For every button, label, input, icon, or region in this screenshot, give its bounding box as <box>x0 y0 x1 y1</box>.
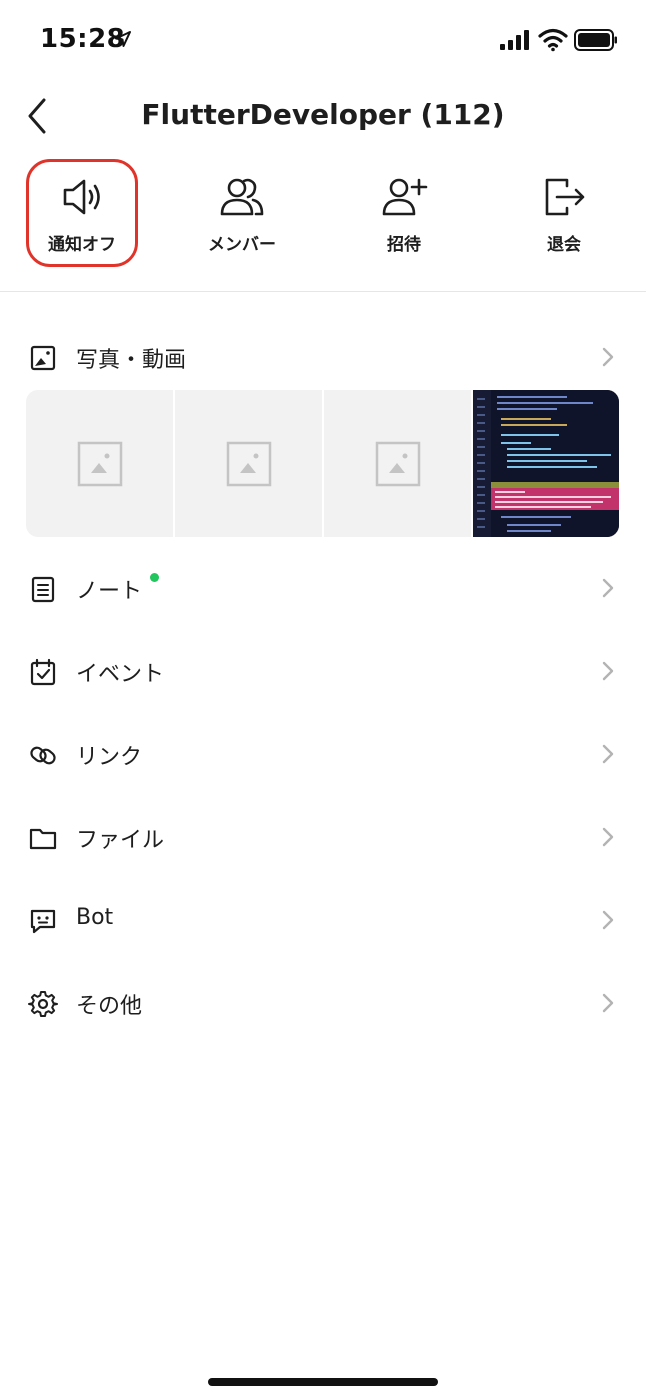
chevron-right-icon <box>602 578 614 598</box>
members-button[interactable]: メンバー <box>184 160 300 270</box>
wifi-icon <box>538 28 568 52</box>
action-row: 通知オフ メンバー 招待 退会 <box>0 160 646 290</box>
image-placeholder-icon <box>226 441 271 486</box>
chevron-right-icon <box>602 661 614 681</box>
menu-item-other[interactable]: その他 <box>0 968 646 1038</box>
signal-icon <box>500 30 529 50</box>
invite-icon <box>382 178 428 216</box>
members-icon <box>220 178 264 216</box>
menu-item-notes[interactable]: ノート <box>0 553 646 623</box>
folder-icon <box>29 828 57 850</box>
leave-button[interactable]: 退会 <box>506 160 622 270</box>
menu-item-label: ノート <box>76 579 143 604</box>
gear-icon <box>28 991 58 1017</box>
status-bar: 15:28 <box>0 0 646 80</box>
invite-label: 招待 <box>387 235 421 255</box>
note-icon <box>31 576 55 603</box>
chevron-right-icon <box>602 993 614 1013</box>
menu-item-label: イベント <box>76 662 165 687</box>
link-icon <box>30 746 56 765</box>
speaker-icon <box>63 179 100 215</box>
menu-item-events[interactable]: イベント <box>0 636 646 706</box>
battery-icon <box>574 29 617 51</box>
chevron-right-icon <box>602 910 614 930</box>
header: FlutterDeveloper (112) <box>0 80 646 152</box>
menu-item-label: リンク <box>76 745 143 770</box>
menu-item-links[interactable]: リンク <box>0 719 646 789</box>
code-screenshot-thumbnail[interactable] <box>473 390 619 537</box>
divider <box>0 291 646 292</box>
chevron-right-icon <box>602 744 614 764</box>
mute-notifications-button[interactable]: 通知オフ <box>24 160 140 270</box>
page-title: FlutterDeveloper (112) <box>141 98 505 131</box>
mute-notifications-label: 通知オフ <box>48 235 116 255</box>
calendar-icon <box>30 658 56 686</box>
members-label: メンバー <box>208 235 276 255</box>
menu-item-label: ファイル <box>76 828 165 853</box>
chevron-right-icon <box>602 827 614 847</box>
photo-icon <box>30 345 56 371</box>
chevron-right-icon <box>602 347 614 367</box>
image-placeholder-icon <box>77 441 122 486</box>
leave-label: 退会 <box>547 235 581 255</box>
menu-item-bot[interactable]: Bot <box>0 885 646 955</box>
invite-button[interactable]: 招待 <box>346 160 462 270</box>
leave-icon <box>545 178 585 216</box>
photo-thumbnail[interactable] <box>175 390 322 537</box>
photo-thumbnail[interactable] <box>324 390 471 537</box>
code-screenshot-image <box>473 390 619 537</box>
menu-item-files[interactable]: ファイル <box>0 802 646 872</box>
status-time: 15:28 <box>40 24 126 54</box>
image-placeholder-icon <box>375 441 420 486</box>
location-arrow-icon <box>115 31 131 47</box>
photo-thumbnail[interactable] <box>26 390 173 537</box>
menu-item-label: その他 <box>76 994 143 1019</box>
bot-icon <box>30 909 56 934</box>
new-badge-dot <box>150 573 159 582</box>
menu-item-photos[interactable]: 写真・動画 <box>0 322 646 392</box>
menu-item-label: 写真・動画 <box>76 348 187 373</box>
photo-strip <box>26 390 619 537</box>
home-indicator[interactable] <box>208 1378 438 1386</box>
menu-item-label: Bot <box>76 905 114 930</box>
